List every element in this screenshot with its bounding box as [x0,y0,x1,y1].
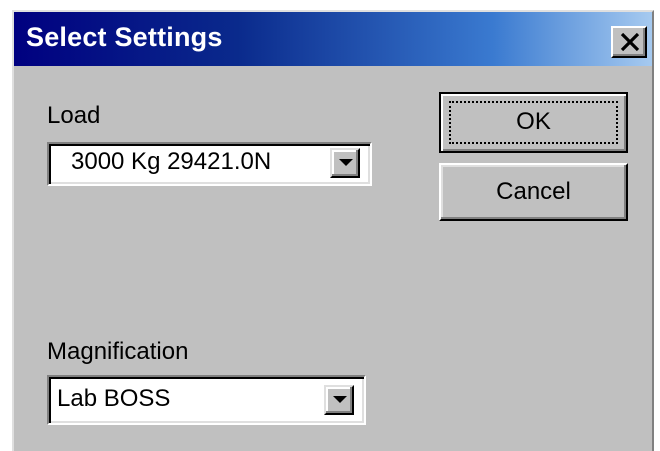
magnification-label: Magnification [47,338,189,365]
magnification-dropdown-button[interactable] [324,385,354,415]
title-bar[interactable]: Select Settings [14,12,652,66]
ok-button[interactable]: OK [439,92,628,153]
close-button[interactable] [611,26,647,58]
load-value: 3000 Kg 29421.0N [71,148,272,175]
ok-button-label: OK [516,108,551,135]
magnification-dropdown[interactable]: Lab BOSS [47,375,366,425]
load-label: Load [47,102,101,129]
close-icon [620,33,640,51]
cancel-button[interactable]: Cancel [439,163,628,221]
magnification-value: Lab BOSS [57,385,171,412]
window-title: Select Settings [26,22,223,52]
load-dropdown[interactable]: 3000 Kg 29421.0N [47,142,372,186]
load-dropdown-button[interactable] [330,148,360,178]
chevron-down-icon [333,396,347,403]
cancel-button-label: Cancel [496,178,571,205]
chevron-down-icon [339,159,353,166]
select-settings-dialog: Select Settings Load 3000 Kg 29421.0N Ma… [12,10,654,451]
